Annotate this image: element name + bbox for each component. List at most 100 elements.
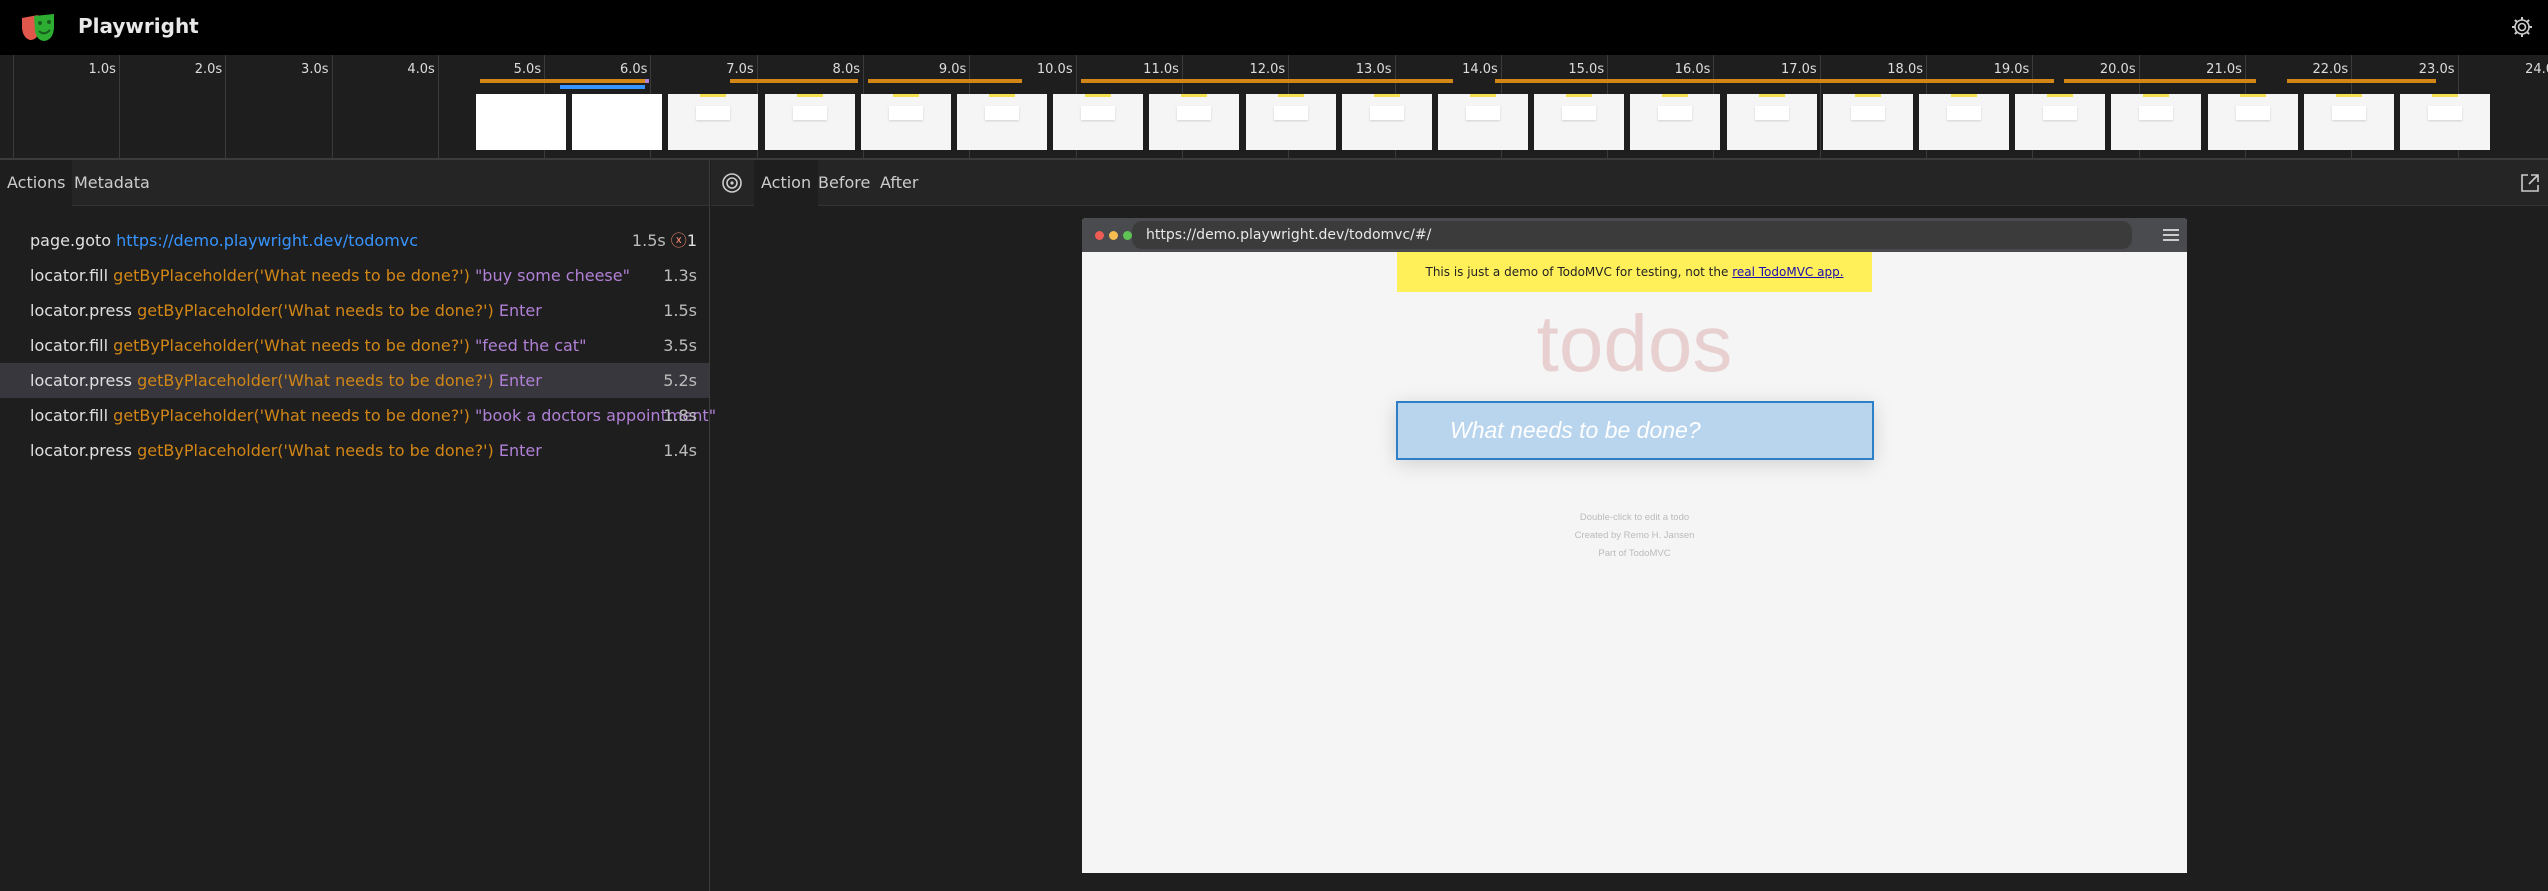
playwright-logo: [22, 14, 54, 41]
action-method: locator.press: [30, 301, 132, 320]
timeline-thumbnail[interactable]: [764, 94, 855, 150]
action-selector: getByPlaceholder('What needs to be done?…: [137, 441, 494, 460]
timeline-tick-label: 20.0s: [2099, 62, 2136, 77]
timeline-action-bar[interactable]: [480, 79, 646, 83]
action-row[interactable]: locator.press getByPlaceholder('What nee…: [0, 433, 709, 468]
timeline-tick-label: 16.0s: [1674, 62, 1711, 77]
target-icon[interactable]: [721, 172, 743, 194]
action-method: locator.press: [30, 441, 132, 460]
hamburger-menu-icon: [2163, 229, 2179, 241]
action-row[interactable]: locator.fill getByPlaceholder('What need…: [0, 258, 709, 293]
timeline-tick-label: 23.0s: [2418, 62, 2455, 77]
tab-actions[interactable]: Actions: [0, 160, 73, 206]
timeline-thumbnail[interactable]: [1726, 94, 1817, 150]
tab-before[interactable]: Before: [811, 160, 877, 206]
browser-chrome: https://demo.playwright.dev/todomvc/#/: [1082, 218, 2187, 252]
tab-metadata[interactable]: Metadata: [67, 160, 157, 206]
timeline-tick: [118, 55, 120, 160]
timeline-thumbnail[interactable]: [668, 94, 759, 150]
timeline[interactable]: 1.0s 2.0s 3.0s 4.0s 5.0s 6.0s 7.0s 8.0s 9.0s 10.0…: [0, 55, 2548, 160]
timeline-tick: [12, 55, 14, 160]
timeline-thumbnail[interactable]: [2207, 94, 2298, 150]
tab-action[interactable]: Action: [754, 160, 819, 206]
timeline-thumbnail[interactable]: [1053, 94, 1144, 150]
timeline-tick-label: 14.0s: [1462, 62, 1498, 77]
timeline-thumbnail[interactable]: [1919, 94, 2009, 150]
actions-panel: Actions Metadata page.goto https://demo.…: [0, 160, 716, 891]
timeline-tick-label: 19.0s: [1993, 62, 2030, 77]
action-row[interactable]: locator.press getByPlaceholder('What nee…: [0, 293, 709, 328]
action-duration: 1.8s: [663, 406, 697, 425]
action-duration: 3.5s: [663, 336, 697, 355]
timeline-thumbnail[interactable]: [476, 94, 566, 150]
timeline-tick-label: 5.0s: [513, 62, 542, 77]
action-selector: getByPlaceholder('What needs to be done?…: [113, 406, 470, 425]
action-duration: 1.3s: [663, 266, 697, 285]
open-in-new-window-icon[interactable]: [2520, 173, 2540, 193]
action-duration: 1.4s: [663, 441, 697, 460]
timeline-tick-label: 7.0s: [726, 62, 754, 77]
timeline-tick-label: 17.0s: [1780, 62, 1817, 77]
timeline-tick-label: 9.0s: [938, 62, 967, 77]
action-method: page.goto: [30, 231, 112, 250]
timeline-thumbnail[interactable]: [2303, 94, 2394, 150]
action-method: locator.press: [30, 371, 132, 390]
action-value: "buy some cheese": [474, 266, 630, 285]
timeline-tick: [1819, 55, 1821, 160]
demo-banner: This is just a demo of TodoMVC for testi…: [1397, 252, 1872, 292]
action-selector: getByPlaceholder('What needs to be done?…: [137, 371, 494, 390]
timeline-thumbnail[interactable]: [2400, 94, 2490, 150]
timeline-tick-label: 12.0s: [1249, 62, 1286, 77]
new-todo-input[interactable]: What needs to be done?: [1396, 401, 1874, 460]
timeline-tick: [331, 55, 333, 160]
action-row[interactable]: locator.press getByPlaceholder('What nee…: [0, 363, 709, 398]
right-tab-bar: Action Before After: [711, 160, 2548, 206]
action-row[interactable]: locator.fill getByPlaceholder('What need…: [0, 398, 716, 433]
timeline-thumbnail[interactable]: [1438, 94, 1528, 150]
timeline-thumbnail[interactable]: [572, 94, 663, 150]
action-row[interactable]: locator.fill getByPlaceholder('What need…: [0, 328, 709, 363]
timeline-tick-label: 18.0s: [1887, 62, 1923, 77]
app-title: Playwright: [78, 14, 199, 38]
timeline-tick-label: 22.0s: [2312, 62, 2349, 77]
real-todomvc-link[interactable]: real TodoMVC app.: [1732, 265, 1843, 279]
timeline-action-bar[interactable]: [868, 79, 1023, 83]
timeline-thumbnail[interactable]: [2111, 94, 2202, 150]
timeline-action-bar[interactable]: [730, 79, 858, 83]
timeline-action-bar[interactable]: [2287, 79, 2437, 83]
tab-after[interactable]: After: [873, 160, 925, 206]
timeline-thumbnail[interactable]: [957, 94, 1047, 150]
timeline-tick-label: 2.0s: [194, 62, 223, 77]
timeline-action-bar[interactable]: [1080, 79, 1453, 83]
timeline-thumbnail[interactable]: [1341, 94, 1432, 150]
timeline-thumbnail[interactable]: [860, 94, 951, 150]
action-value: Enter: [498, 441, 542, 460]
timeline-tick: [437, 55, 439, 160]
timeline-action-bar[interactable]: [2064, 79, 2256, 83]
timeline-thumbnail[interactable]: [1534, 94, 1625, 150]
action-selector: getByPlaceholder('What needs to be done?…: [137, 301, 494, 320]
timeline-thumbnail[interactable]: [1245, 94, 1336, 150]
timeline-selected-bar: [560, 85, 646, 89]
action-value: Enter: [498, 301, 542, 320]
footer-part-of: Part of TodoMVC: [1598, 548, 1671, 559]
timeline-tick: [225, 55, 227, 160]
timeline-tick-label: 8.0s: [832, 62, 860, 77]
timeline-action-bar[interactable]: [1495, 79, 2054, 83]
close-dot-icon: [1095, 231, 1104, 240]
footer-credit: Created by Remo H. Jansen: [1574, 530, 1695, 541]
timeline-thumbnail[interactable]: [1149, 94, 1240, 150]
action-row[interactable]: page.goto https://demo.playwright.dev/to…: [0, 223, 709, 258]
app-header: Playwright: [0, 0, 2548, 55]
todos-heading: todos: [1536, 299, 1733, 388]
action-selector: getByPlaceholder('What needs to be done?…: [113, 266, 470, 285]
timeline-tick-label: 11.0s: [1143, 62, 1179, 77]
gear-icon[interactable]: [2510, 15, 2534, 39]
timeline-tick-label: 10.0s: [1036, 62, 1073, 77]
timeline-thumbnail[interactable]: [1630, 94, 1721, 150]
action-duration: 5.2s: [663, 371, 697, 390]
timeline-thumbnail[interactable]: [2015, 94, 2106, 150]
footer-hint: Double-click to edit a todo: [1579, 512, 1690, 523]
timeline-thumbnail[interactable]: [1822, 94, 1913, 150]
action-duration: 1.5s: [631, 231, 666, 250]
